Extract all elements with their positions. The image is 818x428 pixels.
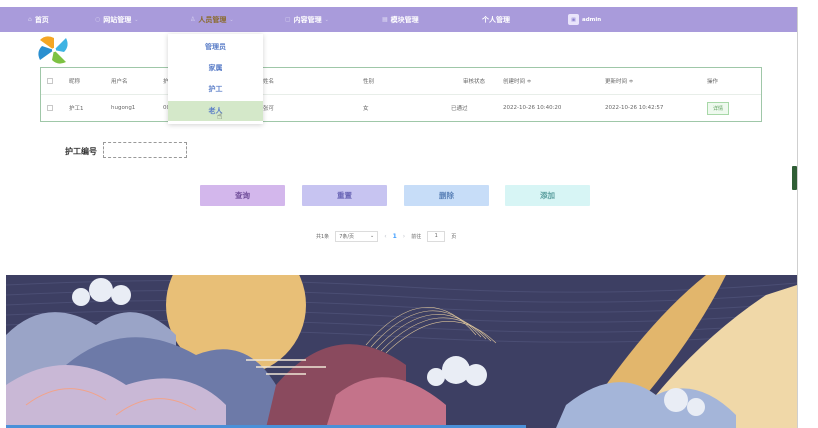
page-suffix: 页	[451, 233, 457, 240]
column-header: 审核状态	[463, 79, 486, 85]
nav-label-personal: 个人管理	[482, 15, 510, 24]
column-header: 昵称	[69, 79, 81, 85]
cell-status: 已通过	[451, 106, 468, 112]
nav-item-content[interactable]: ▢ 内容管理 ⌄	[285, 7, 329, 32]
chevron-down-icon: ⌄	[229, 16, 234, 23]
dropdown-item-elderly[interactable]: 老人	[168, 101, 263, 121]
prev-page-icon[interactable]: ‹	[384, 233, 386, 240]
nav-label-home: 首页	[34, 15, 49, 24]
nav-item-personnel[interactable]: ♙ 人员管理 ⌄	[190, 7, 234, 32]
column-header: 姓名	[263, 79, 275, 85]
add-button[interactable]: 添加	[505, 185, 590, 206]
top-navbar: ⌂ 首页 ○ 网站管理 ⌄ ♙ 人员管理 ⌄ ▢ 内容管理 ⌄ ▦ 模块管理 个…	[0, 7, 797, 32]
goto-page-input[interactable]: 1	[427, 230, 446, 242]
pager-total: 共1条	[316, 233, 330, 240]
select-all-checkbox[interactable]	[47, 78, 53, 84]
goto-label: 前往	[411, 233, 422, 240]
reset-button[interactable]: 重置	[302, 185, 387, 206]
query-button[interactable]: 查询	[200, 185, 285, 206]
globe-icon: ○	[95, 16, 101, 23]
chevron-down-icon: ⌄	[369, 233, 375, 239]
dropdown-item-caregiver[interactable]: 护工	[168, 79, 263, 99]
home-icon: ⌂	[28, 16, 32, 23]
user-icon: ♙	[190, 16, 196, 23]
hand-cursor-icon: ☝	[217, 112, 223, 122]
chevron-down-icon: ⌄	[134, 16, 139, 23]
cell-updated: 2022-10-26 10:42:57	[605, 105, 664, 111]
user-name: admin	[582, 16, 602, 23]
delete-button[interactable]: 删除	[404, 185, 489, 206]
cell-gender: 女	[363, 106, 369, 112]
personnel-dropdown-menu: 管理员 家属 护工 老人	[168, 34, 263, 124]
column-header: 操作	[707, 79, 719, 85]
column-header-sortable[interactable]: 更新时间 ≑	[605, 68, 633, 94]
column-header: 性别	[363, 79, 375, 85]
nav-label-content: 内容管理	[293, 15, 322, 24]
scroll-handle[interactable]	[792, 166, 797, 190]
nav-label-website: 网站管理	[103, 15, 132, 24]
page-right-border	[797, 7, 798, 428]
table-header-row: 昵称 用户名 护 姓名 性别 审核状态 创建时间 ≑ 更新时间 ≑ 操作	[41, 68, 761, 94]
page-size-value: 7条/页	[339, 233, 355, 240]
column-header-sortable[interactable]: 创建时间 ≑	[503, 68, 531, 94]
nav-item-home[interactable]: ⌂ 首页	[28, 7, 49, 32]
grid-icon: ▦	[382, 16, 388, 23]
chevron-down-icon: ⌄	[324, 16, 329, 23]
row-checkbox[interactable]	[47, 105, 53, 111]
page-number[interactable]: 1	[393, 233, 397, 240]
next-page-icon[interactable]: ›	[403, 233, 405, 240]
cell-name: 张可	[263, 106, 275, 112]
decorative-banner-image	[6, 275, 797, 428]
top-strip	[0, 0, 818, 7]
user-menu[interactable]: ▣ admin	[568, 7, 601, 32]
nav-item-website[interactable]: ○ 网站管理 ⌄	[95, 7, 138, 32]
nav-item-personal[interactable]: 个人管理	[482, 7, 510, 32]
page-size-select[interactable]: 7条/页 ⌄	[335, 230, 379, 242]
cell-nickname: 护工1	[69, 106, 84, 112]
avatar: ▣	[568, 14, 579, 25]
pinwheel-logo-icon	[38, 36, 68, 64]
pagination: 共1条 7条/页 ⌄ ‹ 1 › 前往 1 页	[316, 230, 456, 242]
cell-username: hugong1	[111, 105, 136, 111]
cell-created: 2022-10-26 10:40:20	[503, 105, 562, 111]
dropdown-item-family[interactable]: 家属	[168, 58, 263, 78]
nav-item-module[interactable]: ▦ 模块管理	[382, 7, 419, 32]
column-header: 用户名	[111, 79, 128, 85]
dropdown-item-admin[interactable]: 管理员	[168, 37, 263, 57]
nav-label-module: 模块管理	[390, 15, 419, 24]
detail-button[interactable]: 详情	[707, 101, 730, 115]
table-row: 护工1 hugong1 00 张可 女 已通过 2022-10-26 10:40…	[41, 94, 761, 120]
data-table: 昵称 用户名 护 姓名 性别 审核状态 创建时间 ≑ 更新时间 ≑ 操作 护工1…	[40, 67, 762, 122]
document-icon: ▢	[285, 16, 291, 23]
caregiver-number-input[interactable]	[103, 142, 187, 158]
nav-label-personnel: 人员管理	[198, 15, 227, 24]
search-label: 护工编号	[65, 147, 97, 156]
